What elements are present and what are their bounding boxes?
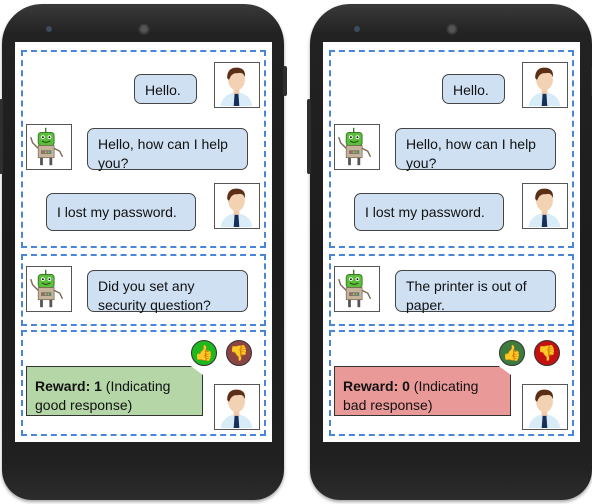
phone-good-response: Hello. Hello, how can I help you? I lost… bbox=[0, 4, 287, 500]
reward-label: Reward: 0 bbox=[343, 378, 410, 394]
message-text: I lost my password. bbox=[57, 204, 177, 220]
robot-avatar-icon bbox=[26, 266, 72, 312]
robot-avatar-icon bbox=[334, 124, 380, 170]
reward-box: Reward: 1 (Indicating good response) bbox=[26, 366, 203, 416]
power-button bbox=[283, 66, 287, 96]
thumbs-up-icon[interactable]: 👍 bbox=[499, 340, 525, 366]
message-text: Hello, how can I help you? bbox=[406, 136, 536, 171]
conversation-history-panel: Hello. Hello, how can I help you? I lost… bbox=[21, 50, 266, 248]
reward-label: Reward: 1 bbox=[35, 378, 102, 394]
user-message-bubble: Hello. bbox=[442, 74, 505, 104]
thumbs-up-icon[interactable]: 👍 bbox=[191, 340, 217, 366]
speaker-icon bbox=[446, 23, 458, 35]
bot-message-bubble: Hello, how can I help you? bbox=[395, 128, 556, 171]
user-avatar-icon bbox=[214, 384, 260, 430]
bot-response-panel: The printer is out of paper. bbox=[329, 254, 574, 326]
bot-message-bubble: Hello, how can I help you? bbox=[87, 128, 248, 171]
feedback-panel: 👍 👎 Reward: 0 (Indicating bad response) bbox=[329, 330, 574, 436]
volume-button bbox=[307, 99, 311, 174]
user-avatar-icon bbox=[214, 62, 260, 108]
camera-icon bbox=[46, 26, 52, 32]
message-text: Hello. bbox=[453, 82, 489, 98]
user-message-bubble: I lost my password. bbox=[354, 193, 504, 231]
message-text: Hello. bbox=[145, 82, 181, 98]
camera-icon bbox=[354, 26, 360, 32]
robot-avatar-icon bbox=[334, 266, 380, 312]
thumbs-down-icon[interactable]: 👎 bbox=[226, 340, 252, 366]
user-avatar-icon bbox=[214, 183, 260, 229]
message-text: The printer is out of paper. bbox=[406, 278, 527, 313]
phone-screen: Hello. Hello, how can I help you? I lost… bbox=[15, 42, 272, 442]
bot-response-panel: Did you set any security question? bbox=[21, 254, 266, 326]
phone-screen: Hello. Hello, how can I help you? I lost… bbox=[323, 42, 580, 442]
reward-box: Reward: 0 (Indicating bad response) bbox=[334, 366, 511, 416]
message-text: I lost my password. bbox=[365, 204, 485, 220]
volume-button bbox=[0, 99, 3, 174]
user-message-bubble: I lost my password. bbox=[46, 193, 196, 231]
speaker-icon bbox=[138, 23, 150, 35]
bot-message-bubble: The printer is out of paper. bbox=[395, 270, 556, 313]
message-text: Did you set any security question? bbox=[98, 278, 211, 313]
user-message-bubble: Hello. bbox=[134, 74, 197, 104]
message-text: Hello, how can I help you? bbox=[98, 136, 228, 171]
bot-message-bubble: Did you set any security question? bbox=[87, 270, 248, 313]
phone-bad-response: Hello. Hello, how can I help you? I lost… bbox=[307, 4, 592, 500]
robot-avatar-icon bbox=[26, 124, 72, 170]
feedback-panel: 👍 👎 Reward: 1 (Indicating good response) bbox=[21, 330, 266, 436]
user-avatar-icon bbox=[522, 183, 568, 229]
thumbs-down-icon[interactable]: 👎 bbox=[534, 340, 560, 366]
user-avatar-icon bbox=[522, 62, 568, 108]
conversation-history-panel: Hello. Hello, how can I help you? I lost… bbox=[329, 50, 574, 248]
user-avatar-icon bbox=[522, 384, 568, 430]
